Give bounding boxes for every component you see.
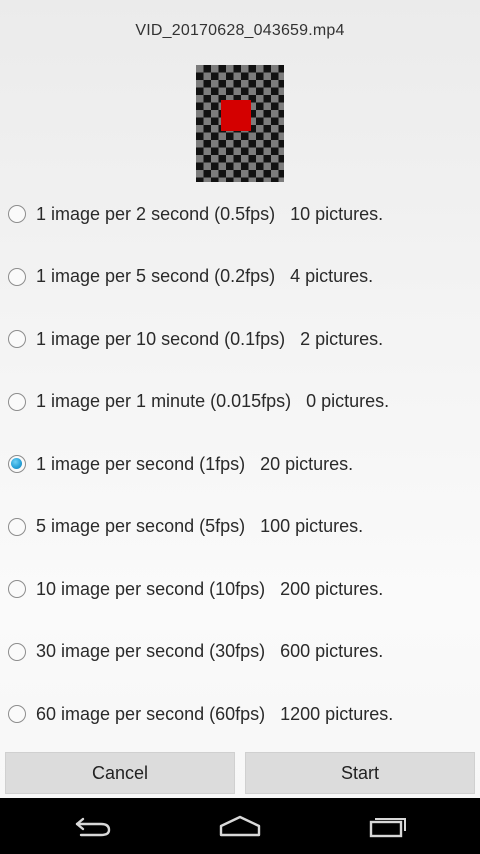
option-0-5fps[interactable]: 1 image per 2 second (0.5fps) 10 picture… (0, 183, 480, 246)
system-navigation-bar (0, 798, 480, 854)
thumbnail-red-square (221, 100, 251, 131)
option-label: 1 image per 5 second (0.2fps) 4 pictures… (36, 266, 374, 287)
option-5fps[interactable]: 5 image per second (5fps) 100 pictures. (0, 496, 480, 559)
video-filename-title: VID_20170628_043659.mp4 (135, 22, 345, 39)
video-thumbnail (196, 65, 284, 182)
cancel-button[interactable]: Cancel (5, 752, 235, 794)
option-label: 10 image per second (10fps) 200 pictures… (36, 578, 384, 599)
radio-button[interactable] (8, 517, 26, 536)
radio-button[interactable] (8, 455, 26, 474)
option-30fps[interactable]: 30 image per second (30fps) 600 pictures… (0, 621, 480, 684)
option-0-2fps[interactable]: 1 image per 5 second (0.2fps) 4 pictures… (0, 246, 480, 309)
frame-rate-options: 1 image per 2 second (0.5fps) 10 picture… (0, 183, 480, 746)
radio-button[interactable] (8, 392, 26, 411)
option-label: 1 image per second (1fps) 20 pictures. (36, 453, 354, 474)
option-label: 1 image per 1 minute (0.015fps) 0 pictur… (36, 391, 390, 412)
option-60fps[interactable]: 60 image per second (60fps) 1200 picture… (0, 683, 480, 746)
option-label: 30 image per second (30fps) 600 pictures… (36, 641, 384, 662)
option-0-1fps[interactable]: 1 image per 10 second (0.1fps) 2 picture… (0, 308, 480, 371)
radio-button[interactable] (8, 205, 26, 224)
home-icon[interactable] (215, 810, 265, 842)
option-10fps[interactable]: 10 image per second (10fps) 200 pictures… (0, 558, 480, 621)
option-0-015fps[interactable]: 1 image per 1 minute (0.015fps) 0 pictur… (0, 371, 480, 434)
radio-button[interactable] (8, 642, 26, 661)
radio-button[interactable] (8, 330, 26, 349)
back-icon[interactable] (68, 810, 118, 842)
radio-button[interactable] (8, 580, 26, 599)
option-label: 60 image per second (60fps) 1200 picture… (36, 703, 394, 724)
radio-button[interactable] (8, 267, 26, 286)
option-label: 1 image per 2 second (0.5fps) 10 picture… (36, 203, 384, 224)
option-label: 1 image per 10 second (0.1fps) 2 picture… (36, 328, 384, 349)
start-button[interactable]: Start (245, 752, 475, 794)
radio-button[interactable] (8, 705, 26, 724)
recent-apps-icon[interactable] (362, 810, 412, 842)
option-1fps[interactable]: 1 image per second (1fps) 20 pictures. (0, 433, 480, 496)
option-label: 5 image per second (5fps) 100 pictures. (36, 516, 364, 537)
